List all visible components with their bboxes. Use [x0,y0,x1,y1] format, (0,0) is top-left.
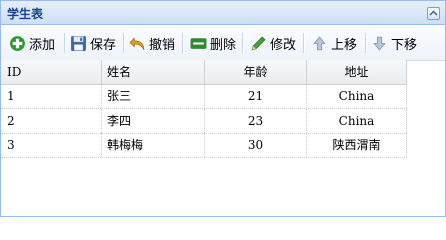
toolbar-separator [123,33,124,53]
toolbar-separator [64,33,65,53]
edit-icon [251,36,266,50]
move-up-button[interactable]: 上移 [311,31,357,55]
move-down-button[interactable]: 下移 [371,31,417,55]
table-row[interactable]: 2 李四 23 China [1,109,407,134]
move-down-button-label: 下移 [391,37,418,53]
cell-age: 30 [205,133,307,157]
column-header-id[interactable]: ID [1,60,102,84]
cell-name: 李四 [102,109,205,133]
edit-button[interactable]: 修改 [250,31,296,55]
column-header-name[interactable]: 姓名 [102,60,205,84]
cell-address: China [307,109,407,133]
student-panel: 学生表 添加 保存 撤销 删除 修改 上移 下移 ID 姓名 年龄 地址 1 张… [0,0,446,217]
move-up-button-label: 上移 [331,37,358,53]
toolbar-separator [242,33,243,53]
add-button-label: 添加 [29,37,56,53]
toolbar-separator [303,33,304,53]
delete-button[interactable]: 删除 [190,31,236,55]
add-icon [10,35,25,51]
delete-icon [190,37,207,49]
save-button-label: 保存 [90,37,117,53]
add-button[interactable]: 添加 [9,31,55,55]
delete-button-label: 删除 [210,37,237,53]
panel-header: 学生表 [1,0,445,25]
cell-address: China [307,84,407,108]
arrow-up-icon [313,35,326,50]
cell-id: 1 [1,84,102,108]
toolbar-separator [365,33,366,53]
table-row[interactable]: 1 张三 21 China [1,84,407,109]
grid-header: ID 姓名 年龄 地址 [1,60,407,85]
cell-age: 21 [205,84,307,108]
cell-age: 23 [205,109,307,133]
collapse-button[interactable] [427,7,440,20]
cell-name: 张三 [102,84,205,108]
arrow-down-icon [373,36,386,51]
toolbar: 添加 保存 撤销 删除 修改 上移 下移 [1,25,445,61]
save-icon [71,35,86,51]
table-row[interactable]: 3 韩梅梅 30 陕西渭南 [1,133,407,158]
cell-id: 2 [1,109,102,133]
column-header-age[interactable]: 年龄 [205,60,307,84]
edit-button-label: 修改 [270,37,297,53]
cell-id: 3 [1,133,102,157]
toolbar-separator [182,33,183,53]
undo-button[interactable]: 撤销 [129,31,175,55]
column-header-address[interactable]: 地址 [307,60,407,84]
cell-address: 陕西渭南 [307,133,407,157]
cell-name: 韩梅梅 [102,133,205,157]
undo-button-label: 撤销 [149,37,176,53]
undo-icon [129,36,145,50]
save-button[interactable]: 保存 [70,31,116,55]
chevron-up-icon [429,10,438,16]
panel-title: 学生表 [7,7,44,21]
